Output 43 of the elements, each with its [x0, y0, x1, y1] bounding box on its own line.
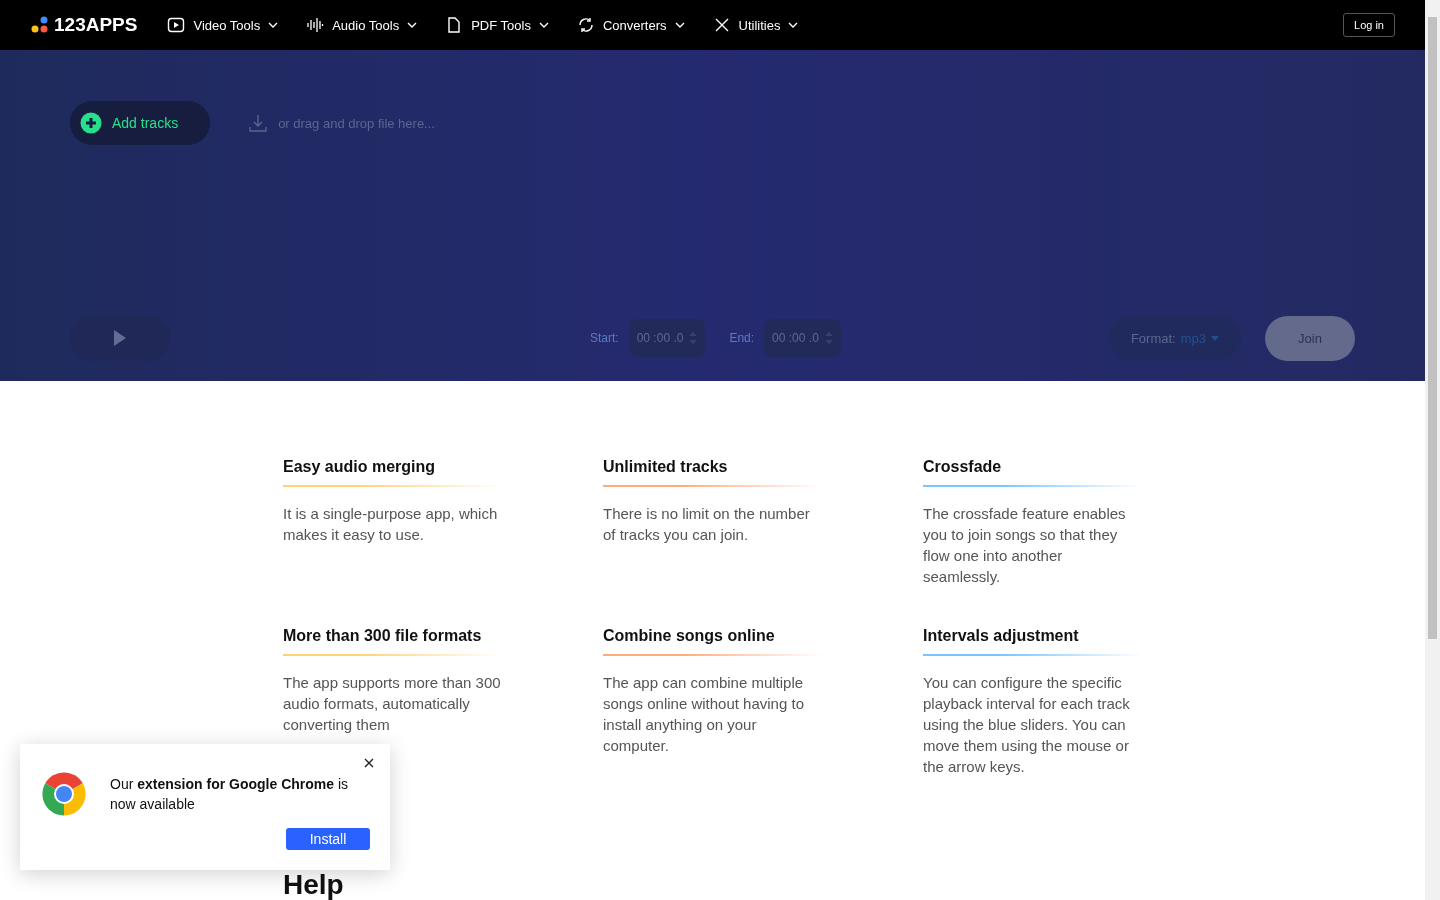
- play-icon: [167, 16, 186, 34]
- feature-description: There is no limit on the number of tracks you can join.: [603, 504, 811, 545]
- logo-icon: [30, 16, 50, 34]
- chevron-icon: [788, 22, 799, 28]
- feature-title: Intervals adjustment: [923, 626, 1080, 646]
- close-icon[interactable]: [362, 756, 376, 770]
- feature-title: Unlimited tracks: [603, 457, 729, 477]
- start-label: Start:: [590, 331, 619, 345]
- feature-title: Combine songs online: [603, 626, 776, 646]
- feature-description: The crossfade feature enables you to join songs so that they flow one into another seamlessly.: [923, 504, 1127, 587]
- add-tracks-button[interactable]: Add tracks: [70, 101, 211, 145]
- feature-description: The app supports more than 300 audio formats, automatically converting them: [283, 673, 502, 735]
- feature-title: Crossfade: [923, 457, 1003, 477]
- chevron-icon: [268, 22, 279, 28]
- feature-title: More than 300 file formats: [283, 626, 483, 646]
- nav-menu[interactable]: Converters: [576, 16, 685, 34]
- install-button[interactable]: Install: [286, 828, 370, 850]
- nav-menu[interactable]: PDF Tools: [445, 16, 549, 34]
- drop-hint: or drag and drop file here...: [278, 115, 435, 131]
- feature-description: You can configure the specific playback interval for each track using the blue sliders. You can move them using the mouse or the arrow keys.: [923, 673, 1131, 777]
- download-icon: [248, 113, 269, 133]
- play-button[interactable]: [70, 315, 170, 361]
- waveform-icon: [306, 16, 325, 34]
- plus-icon: [80, 112, 102, 134]
- chevron-icon: [538, 22, 549, 28]
- chevron-icon: [674, 22, 685, 28]
- feature-description: The app can combine multiple songs online without having to install anything on your computer.: [603, 673, 805, 756]
- nav-menu[interactable]: Video Tools: [167, 16, 279, 34]
- end-label: End:: [729, 331, 755, 345]
- scrollbar[interactable]: [1425, 0, 1440, 900]
- logo-text[interactable]: 123APPS: [54, 14, 138, 36]
- browser-logo-icon: [40, 770, 88, 818]
- refresh-icon: [576, 16, 595, 34]
- popup-message: Our extension for Google Chrome is now available: [110, 775, 350, 814]
- play-icon: [114, 330, 126, 346]
- chevron-icon: [407, 22, 418, 28]
- help-heading: Help: [283, 870, 344, 900]
- login-button[interactable]: Log in: [1343, 13, 1395, 37]
- feature-description: It is a single-purpose app, which makes it easy to use.: [283, 504, 499, 545]
- nav-menu[interactable]: Utilities: [712, 16, 799, 34]
- caret-icon: [1211, 335, 1219, 341]
- feature-title: Easy audio merging: [283, 457, 437, 477]
- nav-menu[interactable]: Audio Tools: [306, 16, 418, 34]
